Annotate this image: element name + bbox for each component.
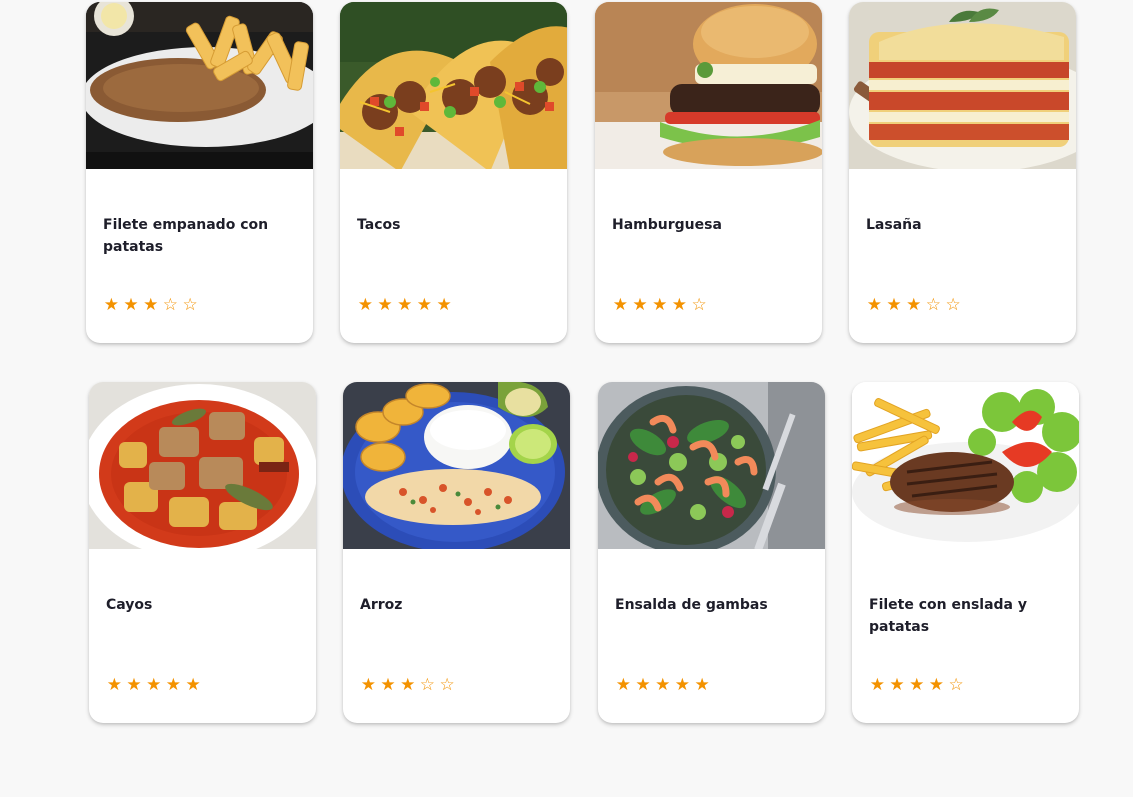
star-filled-icon: ★ <box>612 295 628 315</box>
star-filled-icon: ★ <box>185 675 201 695</box>
star-filled-icon: ★ <box>635 675 651 695</box>
recipe-title: Cayos <box>106 597 153 613</box>
star-filled-icon: ★ <box>143 295 159 315</box>
recipe-card[interactable]: Tacos ★ ★ ★ ★ ★ <box>340 2 567 343</box>
rating-stars: ★ ★ ★ ★ ☆ <box>868 675 965 695</box>
recipe-photo-shrimp-salad <box>598 382 825 549</box>
rating-stars: ★ ★ ★ ☆ ☆ <box>865 295 962 315</box>
star-filled-icon: ★ <box>397 295 413 315</box>
star-empty-icon: ☆ <box>182 295 198 315</box>
star-filled-icon: ★ <box>165 675 182 695</box>
star-empty-icon: ☆ <box>945 295 961 315</box>
star-filled-icon: ★ <box>400 675 416 695</box>
star-empty-icon: ☆ <box>691 295 707 315</box>
recipe-photo-stew <box>89 382 316 549</box>
star-filled-icon: ★ <box>146 675 162 695</box>
star-filled-icon: ★ <box>123 295 139 315</box>
rating-stars: ★ ★ ★ ★ ☆ <box>611 295 708 315</box>
star-filled-icon: ★ <box>906 295 922 315</box>
recipe-card[interactable]: Ensalda de gambas ★ ★ ★ ★ ★ <box>598 382 825 723</box>
star-empty-icon: ☆ <box>162 295 179 315</box>
star-filled-icon: ★ <box>360 675 376 695</box>
recipe-photo-breaded-steak <box>86 2 313 169</box>
star-filled-icon: ★ <box>674 675 691 695</box>
star-empty-icon: ☆ <box>419 675 436 695</box>
star-filled-icon: ★ <box>694 675 710 695</box>
star-filled-icon: ★ <box>632 295 648 315</box>
recipe-card[interactable]: Arroz ★ ★ ★ ☆ ☆ <box>343 382 570 723</box>
star-filled-icon: ★ <box>106 675 122 695</box>
star-filled-icon: ★ <box>126 675 142 695</box>
recipe-card[interactable]: Filete empanado con patatas ★ ★ ★ ☆ ☆ <box>86 2 313 343</box>
recipe-card[interactable]: Lasaña ★ ★ ★ ☆ ☆ <box>849 2 1076 343</box>
star-filled-icon: ★ <box>380 675 396 695</box>
star-filled-icon: ★ <box>357 295 373 315</box>
star-filled-icon: ★ <box>886 295 902 315</box>
recipe-title: Lasaña <box>866 217 922 233</box>
star-filled-icon: ★ <box>652 295 668 315</box>
star-filled-icon: ★ <box>928 675 945 695</box>
rating-stars: ★ ★ ★ ☆ ☆ <box>102 295 199 315</box>
rating-stars: ★ ★ ★ ★ ★ <box>614 675 711 695</box>
star-filled-icon: ★ <box>909 675 925 695</box>
recipe-card[interactable]: Filete con enslada y patatas ★ ★ ★ ★ ☆ <box>852 382 1079 723</box>
star-filled-icon: ★ <box>416 295 433 315</box>
recipe-card[interactable]: Cayos ★ ★ ★ ★ ★ <box>89 382 316 723</box>
recipe-title: Filete empanado con patatas <box>103 217 269 255</box>
recipe-photo-tacos <box>340 2 567 169</box>
recipe-title: Filete con enslada y patatas <box>869 597 1027 635</box>
recipe-photo-lasagna <box>849 2 1076 169</box>
recipe-title: Arroz <box>360 597 403 613</box>
star-empty-icon: ☆ <box>948 675 964 695</box>
recipe-title: Tacos <box>357 217 401 233</box>
star-empty-icon: ☆ <box>439 675 455 695</box>
star-filled-icon: ★ <box>869 675 885 695</box>
star-empty-icon: ☆ <box>925 295 942 315</box>
star-filled-icon: ★ <box>103 295 119 315</box>
recipe-photo-steak-salad <box>852 382 1079 549</box>
recipe-title: Ensalda de gambas <box>615 597 768 613</box>
star-filled-icon: ★ <box>436 295 452 315</box>
star-filled-icon: ★ <box>377 295 393 315</box>
recipe-photo-rice <box>343 382 570 549</box>
star-filled-icon: ★ <box>889 675 905 695</box>
rating-stars: ★ ★ ★ ★ ★ <box>105 675 202 695</box>
star-filled-icon: ★ <box>655 675 671 695</box>
recipe-card[interactable]: Hamburguesa ★ ★ ★ ★ ☆ <box>595 2 822 343</box>
star-filled-icon: ★ <box>615 675 631 695</box>
recipe-title: Hamburguesa <box>612 217 722 233</box>
star-filled-icon: ★ <box>866 295 882 315</box>
rating-stars: ★ ★ ★ ★ ★ <box>356 295 453 315</box>
recipe-photo-hamburger <box>595 2 822 169</box>
star-filled-icon: ★ <box>671 295 688 315</box>
rating-stars: ★ ★ ★ ☆ ☆ <box>359 675 456 695</box>
